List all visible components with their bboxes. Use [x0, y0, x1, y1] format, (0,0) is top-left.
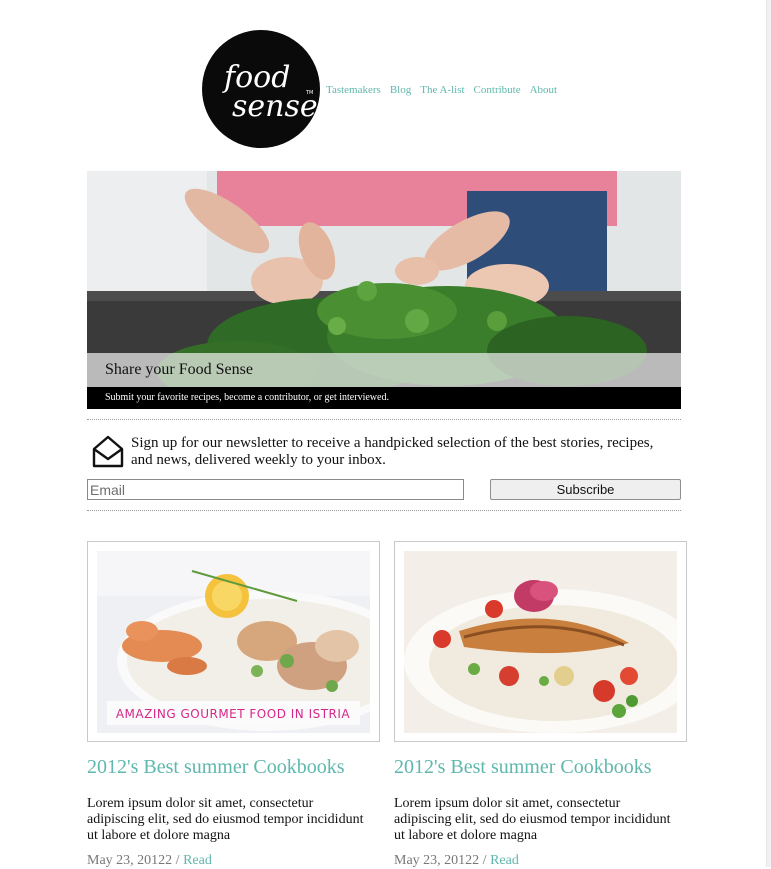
read-link[interactable]: Read — [490, 853, 519, 868]
article-date: May 23, 20122 — [394, 853, 480, 868]
subscribe-button[interactable]: Subscribe — [490, 479, 681, 500]
logo-text-sense: sense — [232, 89, 318, 124]
divider — [87, 419, 681, 420]
article-image: AMAZING GOURMET FOOD IN ISTRIA — [97, 551, 370, 733]
image-caption: AMAZING GOURMET FOOD IN ISTRIA — [116, 707, 351, 721]
hero-banner[interactable]: Share your Food Sense Submit your favori… — [87, 171, 681, 409]
email-input[interactable] — [87, 479, 464, 500]
food-sense-logo[interactable]: food sense TM — [202, 30, 320, 148]
nav-blog[interactable]: Blog — [390, 84, 411, 96]
hero-subtitle: Submit your favorite recipes, become a c… — [105, 392, 389, 403]
meta-separator: / — [482, 853, 487, 868]
article-title[interactable]: 2012's Best summer Cookbooks — [87, 756, 345, 779]
article-date: May 23, 20122 — [87, 853, 173, 868]
article-excerpt: Lorem ipsum dolor sit amet, consectetur … — [87, 796, 364, 843]
read-link[interactable]: Read — [183, 853, 212, 868]
article-card-image-frame[interactable]: AMAZING GOURMET FOOD IN ISTRIA — [87, 541, 380, 742]
nav-contribute[interactable]: Contribute — [474, 84, 521, 96]
nav-the-a-list[interactable]: The A-list — [420, 84, 464, 96]
main-nav: Tastemakers Blog The A-list Contribute A… — [326, 84, 557, 96]
article-excerpt: Lorem ipsum dolor sit amet, consectetur … — [394, 796, 671, 843]
divider — [87, 510, 681, 511]
meta-separator: / — [175, 853, 180, 868]
nav-about[interactable]: About — [530, 84, 558, 96]
envelope-icon — [91, 433, 125, 474]
hero-title: Share your Food Sense — [105, 361, 253, 378]
article-card-image-frame[interactable] — [394, 541, 687, 742]
article-image — [404, 551, 677, 733]
newsletter-text: Sign up for our newsletter to receive a … — [131, 435, 654, 468]
logo-mark: food sense TM — [222, 60, 318, 124]
logo-trademark: TM — [305, 90, 313, 96]
nav-tastemakers[interactable]: Tastemakers — [326, 84, 381, 96]
window-scrollbar[interactable] — [766, 0, 771, 867]
article-title[interactable]: 2012's Best summer Cookbooks — [394, 756, 652, 779]
hero-subtitle-bar: Submit your favorite recipes, become a c… — [87, 387, 681, 409]
